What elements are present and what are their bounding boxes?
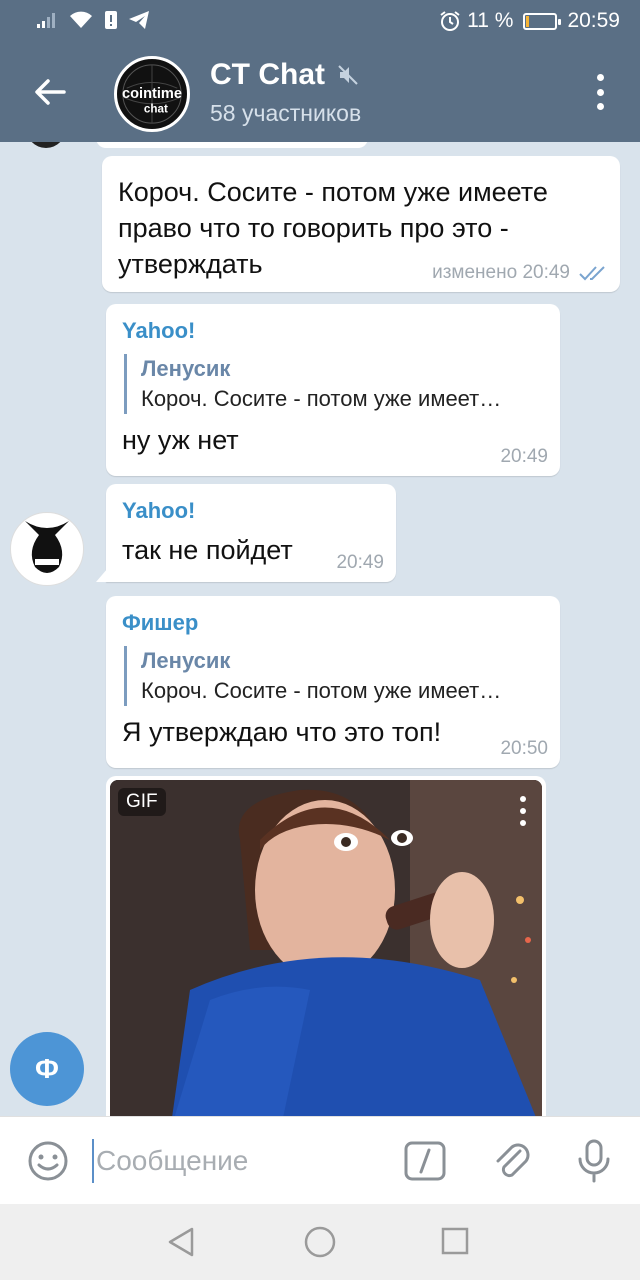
- message-composer: [0, 1116, 640, 1204]
- gif-preview-image: [110, 780, 542, 1116]
- sender-name[interactable]: Yahoo!: [122, 498, 380, 524]
- back-button[interactable]: [26, 68, 74, 116]
- wifi-icon: [70, 11, 92, 28]
- chat-header: cointime chat CT Chat 58 участников: [0, 44, 640, 142]
- svg-text:cointime: cointime: [122, 86, 182, 102]
- chat-title[interactable]: CT Chat: [210, 58, 359, 92]
- status-bar: 11 % 20:59: [0, 0, 640, 44]
- nav-home-icon[interactable]: [302, 1224, 338, 1260]
- emoji-button[interactable]: [26, 1139, 70, 1183]
- user-avatar-fisher[interactable]: Ф: [10, 1032, 84, 1106]
- reply-text: Короч. Сосите - потом уже имеет…: [141, 678, 502, 703]
- reply-text: Короч. Сосите - потом уже имеет…: [141, 386, 502, 411]
- message-input[interactable]: [92, 1139, 382, 1183]
- whale-tail-icon: [25, 521, 69, 573]
- double-check-icon: [579, 266, 605, 281]
- message-text: ну уж нет: [122, 425, 239, 455]
- avatar-letter: Ф: [35, 1053, 59, 1084]
- nav-back-icon[interactable]: [166, 1226, 196, 1258]
- telegram-icon: [129, 11, 149, 29]
- message-time: 20:49: [336, 552, 384, 573]
- message-list[interactable]: Короч. Сосите - потом уже имеете право ч…: [0, 142, 640, 1116]
- status-right: 11 % 20:59: [439, 9, 620, 33]
- svg-text:chat: chat: [144, 102, 168, 115]
- cut-off-bubble: [96, 142, 368, 148]
- members-count: 58 участников: [210, 100, 362, 126]
- message-bubble[interactable]: Yahoo! так не пойдет 20:49: [96, 484, 396, 582]
- mute-icon: [338, 65, 358, 85]
- alarm-icon: [440, 11, 460, 31]
- message-bubble[interactable]: Yahoo! Ленусик Короч. Сосите - потом уже…: [106, 304, 560, 476]
- sender-name[interactable]: Yahoo!: [122, 318, 544, 344]
- more-menu-button[interactable]: [590, 74, 610, 110]
- clock: 20:59: [567, 9, 620, 32]
- bot-command-button[interactable]: [404, 1141, 448, 1181]
- cointime-logo: cointime chat: [118, 60, 186, 128]
- paperclip-icon: [496, 1143, 530, 1178]
- gif-media[interactable]: GIF: [110, 780, 542, 1116]
- sim-alert-icon: [105, 11, 117, 29]
- reply-author: Ленусик: [141, 648, 231, 673]
- smile-icon: [28, 1141, 68, 1181]
- bubble-tail: [96, 568, 108, 582]
- message-time: 20:50: [500, 738, 548, 759]
- gif-options-button[interactable]: [518, 796, 528, 826]
- reply-quote[interactable]: Ленусик Короч. Сосите - потом уже имеет…: [124, 646, 544, 706]
- attach-button[interactable]: [490, 1139, 534, 1183]
- message-time: 20:49: [500, 446, 548, 467]
- sender-name[interactable]: Фишер: [122, 610, 544, 636]
- battery-percent: 11 %: [467, 9, 514, 32]
- reply-quote[interactable]: Ленусик Короч. Сосите - потом уже имеет…: [124, 354, 544, 414]
- battery-level: [526, 15, 530, 27]
- cut-off-avatar: [26, 142, 66, 148]
- message-bubble[interactable]: Короч. Сосите - потом уже имеете право ч…: [102, 156, 620, 292]
- message-bubble[interactable]: Фишер Ленусик Короч. Сосите - потом уже …: [106, 596, 560, 768]
- slash-command-icon: [404, 1141, 446, 1181]
- chat-title-text: CT Chat: [210, 58, 325, 91]
- voice-record-button[interactable]: [572, 1137, 616, 1185]
- message-time-text: изменено 20:49: [432, 262, 570, 283]
- microphone-icon: [578, 1139, 610, 1183]
- status-left-icons: [36, 10, 150, 30]
- gif-message[interactable]: GIF: [106, 776, 546, 1116]
- message-time: изменено 20:49: [432, 262, 608, 284]
- signal-icon: [37, 13, 55, 28]
- chat-avatar[interactable]: cointime chat: [114, 56, 190, 132]
- nav-recents-icon[interactable]: [440, 1226, 470, 1256]
- gif-badge: GIF: [118, 788, 166, 816]
- message-text: Я утверждаю что это топ!: [122, 717, 442, 747]
- arrow-left-icon: [35, 79, 66, 105]
- user-avatar-whale[interactable]: [10, 512, 84, 586]
- system-nav-bar: [0, 1204, 640, 1280]
- battery-icon: [523, 12, 562, 30]
- reply-author: Ленусик: [141, 356, 231, 381]
